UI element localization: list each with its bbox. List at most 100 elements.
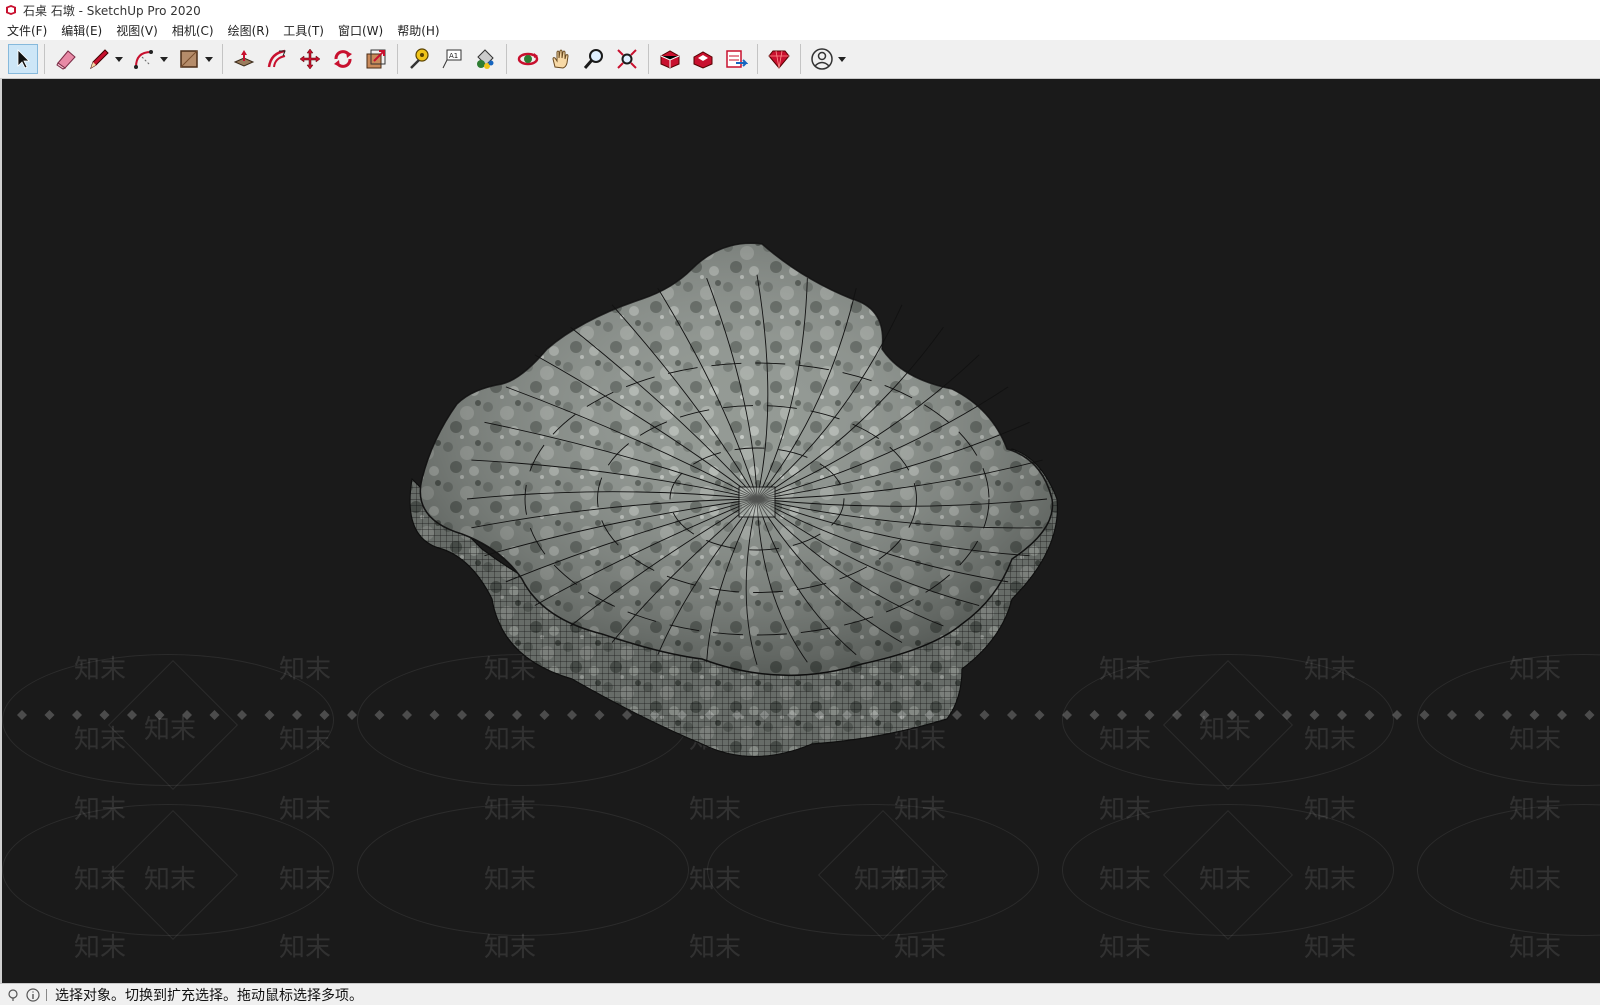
watermark-dot <box>99 710 110 720</box>
watermark-dot <box>732 710 742 720</box>
arc-tool-dropdown[interactable] <box>158 44 170 74</box>
watermark-dot <box>1034 710 1045 720</box>
drawing-viewport[interactable]: 知末 知末 知末 知末 知末 知末 知末 知末 知末 知末 知末 知末 知末 知末 知末 知末 知末 知末 知末 知末… <box>0 79 1600 983</box>
watermark-dot <box>1062 710 1072 720</box>
watermark-dot <box>1419 710 1430 720</box>
watermark-dot <box>842 710 852 720</box>
watermark-dot <box>759 710 770 720</box>
info-icon[interactable] <box>26 987 40 1002</box>
zoom-extents-tool-button[interactable] <box>612 44 642 74</box>
layout-send-icon <box>726 50 748 68</box>
geo-location-icon[interactable] <box>6 988 20 1002</box>
tape-measure-tool-icon <box>410 48 429 69</box>
zoom-tool-button[interactable] <box>579 44 609 74</box>
watermark-dot <box>1502 710 1512 720</box>
title-bar: 石桌 石墩 - SketchUp Pro 2020 <box>0 0 1600 20</box>
status-bar: 选择对象。切换到扩充选择。拖动鼠标选择多项。 <box>0 983 1600 1005</box>
rotate-tool-button[interactable] <box>328 44 358 74</box>
status-separator <box>46 988 47 1001</box>
wireframe-center-patch <box>738 486 776 518</box>
pan-tool-icon <box>552 49 569 69</box>
watermark-dot <box>1557 710 1567 720</box>
menu-window[interactable]: 窗口(W) <box>331 20 390 40</box>
watermark-dot <box>1282 710 1292 720</box>
watermark-dot <box>1199 710 1210 720</box>
watermark-dot <box>154 710 165 720</box>
watermark-dot <box>182 710 192 720</box>
watermark-dot <box>457 710 467 720</box>
menu-camera[interactable]: 相机(C) <box>165 20 221 40</box>
push-pull-tool-icon <box>233 50 255 67</box>
paint-bucket-tool-button[interactable] <box>470 44 500 74</box>
line-tool-dropdown[interactable] <box>113 44 125 74</box>
extension-warehouse-button[interactable] <box>688 44 718 74</box>
watermark-dot <box>44 710 55 720</box>
watermark-dot <box>622 710 632 720</box>
rectangle-tool-icon <box>180 50 198 68</box>
watermark-dot <box>1254 710 1265 720</box>
menu-view[interactable]: 视图(V) <box>109 20 165 40</box>
toolbar-separator <box>648 44 649 74</box>
sketchup-logo-icon <box>6 5 16 15</box>
arc-tool-button[interactable] <box>129 44 159 74</box>
eraser-tool-button[interactable] <box>51 44 81 74</box>
3d-warehouse-icon <box>660 50 680 69</box>
watermark-dot <box>594 710 605 720</box>
watermark-dot <box>1529 710 1540 720</box>
watermark-dot <box>237 710 247 720</box>
watermark-dot <box>787 710 797 720</box>
watermark-dot <box>1309 710 1320 720</box>
select-tool-icon <box>17 49 30 69</box>
select-tool-button[interactable] <box>8 44 38 74</box>
line-tool-button[interactable] <box>84 44 114 74</box>
watermark-dot <box>649 710 660 720</box>
zoom-tool-icon <box>583 49 603 69</box>
watermark-dot <box>1474 710 1485 720</box>
account-button[interactable] <box>807 44 837 74</box>
pan-tool-button[interactable] <box>546 44 576 74</box>
toolbar-separator <box>222 44 223 74</box>
tape-measure-tool-button[interactable] <box>404 44 434 74</box>
rectangle-tool-dropdown[interactable] <box>203 44 215 74</box>
line-tool-icon <box>90 49 109 70</box>
layout-send-button[interactable] <box>721 44 751 74</box>
menu-bar: 文件(F) 编辑(E) 视图(V) 相机(C) 绘图(R) 工具(T) 窗口(W… <box>0 20 1600 40</box>
extension-manager-button[interactable] <box>764 44 794 74</box>
toolbar-separator <box>44 44 45 74</box>
watermark-dot <box>567 710 577 720</box>
watermark-dot <box>814 710 825 720</box>
move-tool-button[interactable] <box>295 44 325 74</box>
rectangle-tool-button[interactable] <box>174 44 204 74</box>
push-pull-tool-button[interactable] <box>229 44 259 74</box>
watermark-dot <box>1172 710 1182 720</box>
scale-tool-icon <box>366 49 386 69</box>
watermark-dot <box>17 710 27 720</box>
rotate-tool-icon <box>334 50 352 68</box>
offset-tool-icon <box>267 49 286 68</box>
watermark-dot <box>264 710 275 720</box>
watermark-dot <box>1392 710 1402 720</box>
text-tool-button[interactable]: A1 <box>437 44 467 74</box>
watermark-dot <box>952 710 962 720</box>
arc-tool-icon <box>134 50 153 69</box>
menu-draw[interactable]: 绘图(R) <box>221 20 277 40</box>
watermark-dot <box>1089 710 1100 720</box>
menu-edit[interactable]: 编辑(E) <box>54 20 109 40</box>
watermark-dot <box>402 710 412 720</box>
watermark-dot <box>127 710 137 720</box>
menu-help[interactable]: 帮助(H) <box>390 20 446 40</box>
menu-tools[interactable]: 工具(T) <box>276 20 331 40</box>
watermark-dot <box>1447 710 1457 720</box>
account-dropdown[interactable] <box>836 44 848 74</box>
stone-stool-model[interactable] <box>2 79 1600 983</box>
watermark-dot <box>677 710 687 720</box>
watermark-dot <box>1007 710 1017 720</box>
scale-tool-button[interactable] <box>361 44 391 74</box>
menu-file[interactable]: 文件(F) <box>0 20 54 40</box>
offset-tool-button[interactable] <box>262 44 292 74</box>
orbit-tool-icon <box>517 52 539 66</box>
3d-warehouse-button[interactable] <box>655 44 685 74</box>
watermark-dot <box>869 710 880 720</box>
toolbar-separator <box>506 44 507 74</box>
orbit-tool-button[interactable] <box>513 44 543 74</box>
